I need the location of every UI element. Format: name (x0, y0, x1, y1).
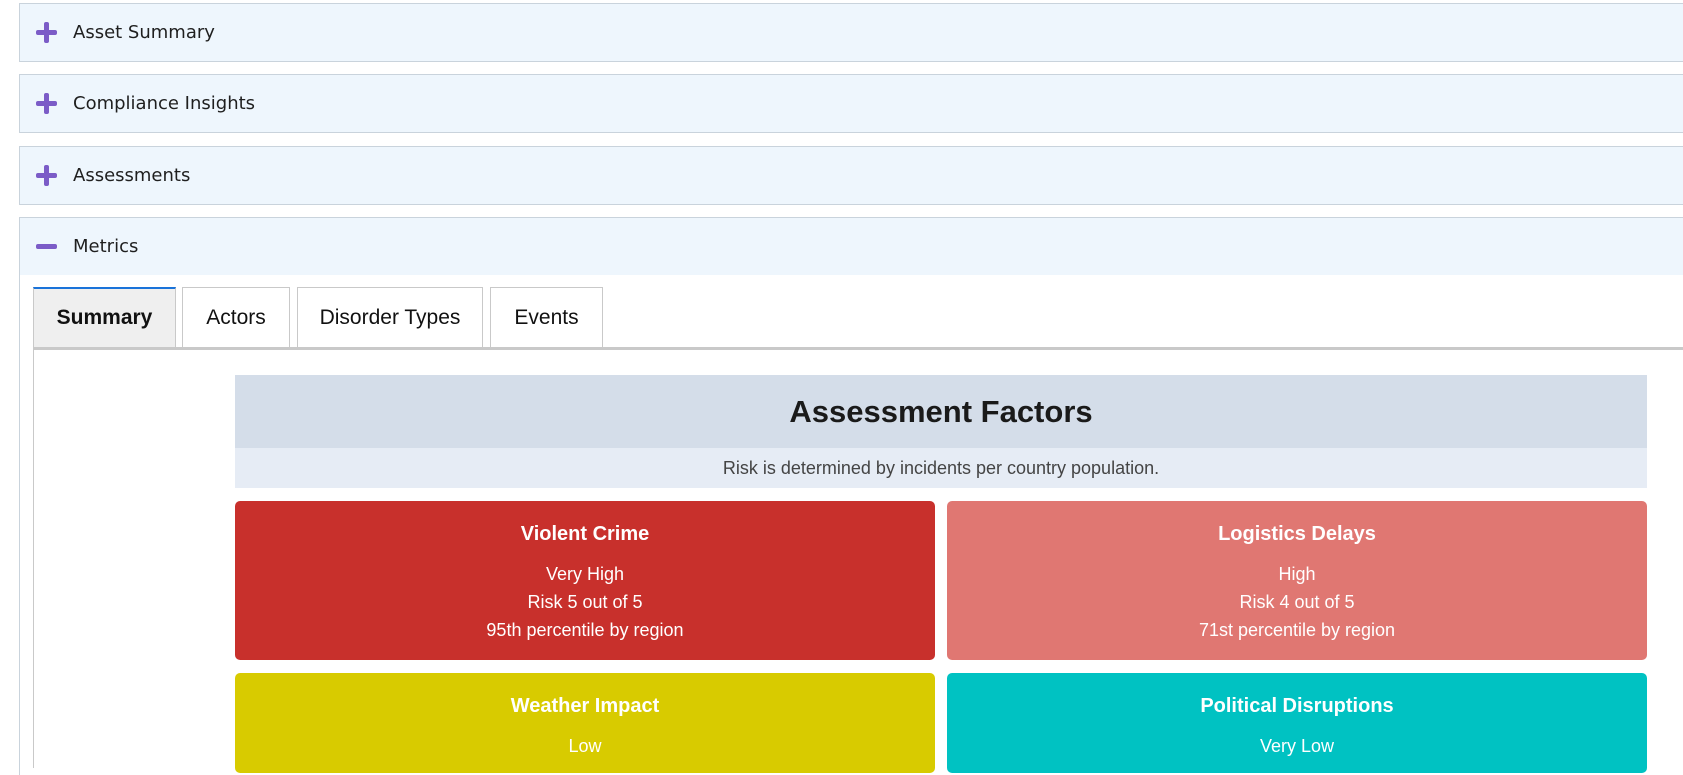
accordion-metrics[interactable]: Metrics (19, 217, 1683, 275)
card-level: High (1278, 564, 1316, 584)
card-title: Logistics Delays (1218, 523, 1376, 545)
card-title: Political Disruptions (1200, 695, 1394, 717)
accordion-label: Asset Summary (73, 22, 215, 43)
factors-title: Assessment Factors (235, 375, 1647, 448)
accordion-label: Assessments (73, 165, 191, 186)
card-level: Very High (545, 564, 625, 584)
accordion-label: Compliance Insights (73, 93, 256, 114)
factor-card-weather-impact: Weather Impact Low (235, 673, 935, 773)
factor-card-political-disruptions: Political Disruptions Very Low (947, 673, 1647, 773)
tab-divider (33, 347, 1683, 350)
plus-icon (36, 22, 57, 43)
minus-icon (36, 236, 57, 257)
card-title: Violent Crime (520, 523, 650, 545)
factors-subtitle: Risk is determined by incidents per coun… (235, 448, 1647, 488)
card-level: Low (568, 736, 602, 756)
factor-card-logistics-delays: Logistics Delays High Risk 4 out of 5 71… (947, 501, 1647, 660)
plus-icon (36, 93, 57, 114)
accordion-assessments[interactable]: Assessments (19, 146, 1683, 205)
card-title: Weather Impact (510, 695, 660, 717)
tab-events[interactable]: Events (490, 287, 603, 347)
factor-card-violent-crime: Violent Crime Very High Risk 5 out of 5 … (235, 501, 935, 660)
tab-disorder-types[interactable]: Disorder Types (297, 287, 483, 347)
card-risk: Risk 5 out of 5 (527, 592, 643, 612)
tab-summary[interactable]: Summary (33, 287, 176, 347)
tab-content-border (33, 348, 34, 768)
card-level: Very Low (1259, 736, 1335, 756)
accordion-compliance-insights[interactable]: Compliance Insights (19, 74, 1683, 133)
accordion-label: Metrics (73, 236, 139, 257)
card-percentile: 95th percentile by region (486, 620, 684, 640)
card-percentile: 71st percentile by region (1198, 620, 1396, 640)
accordion-asset-summary[interactable]: Asset Summary (19, 3, 1683, 62)
card-risk: Risk 4 out of 5 (1239, 592, 1355, 612)
plus-icon (36, 165, 57, 186)
tab-actors[interactable]: Actors (182, 287, 290, 347)
